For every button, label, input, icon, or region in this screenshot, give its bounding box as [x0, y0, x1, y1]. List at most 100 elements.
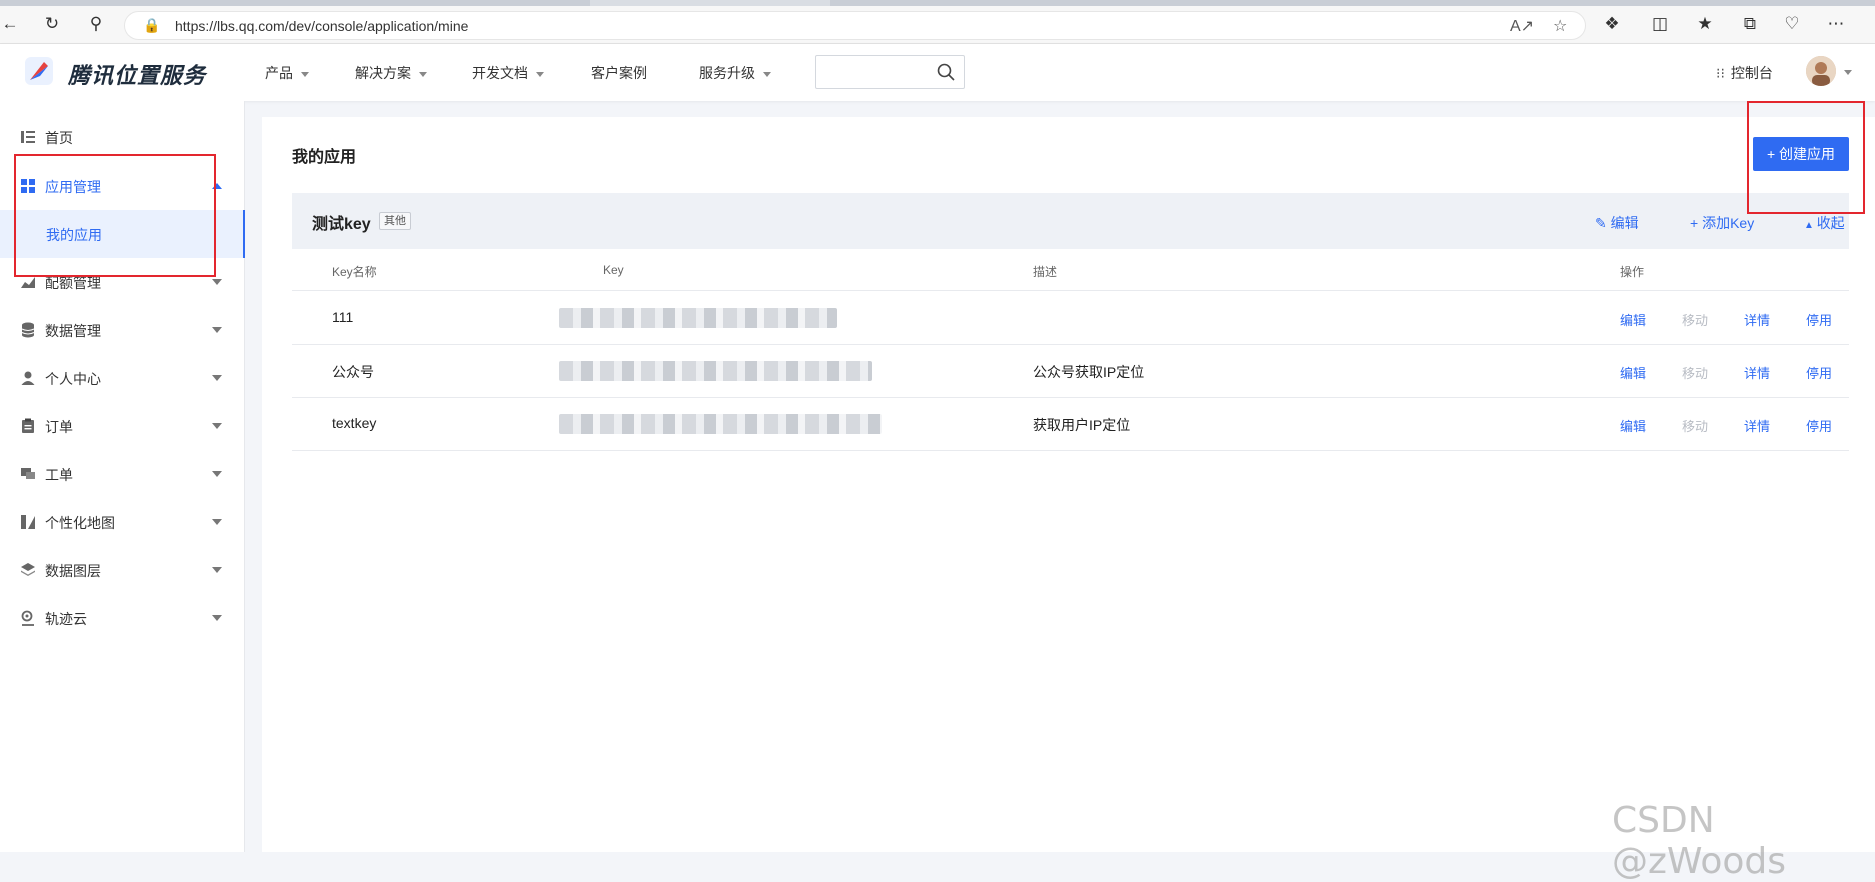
table-row: 公众号 公众号获取IP定位 编辑 移动 详情 停用 [292, 345, 1849, 398]
key-name: 公众号 [332, 364, 374, 380]
key-value-redacted [559, 414, 882, 434]
search-icon[interactable] [936, 62, 956, 82]
more-icon[interactable]: ⋯ [1826, 14, 1846, 34]
chevron-down-icon [301, 71, 309, 77]
browser-toolbar: ← ↻ ⚲ 🔒 https://lbs.qq.com/dev/console/a… [0, 0, 1875, 44]
key-description: 公众号获取IP定位 [1033, 364, 1145, 380]
chevron-down-icon [212, 519, 222, 525]
edit-key-button[interactable]: 编辑 [1620, 363, 1646, 382]
brand-name[interactable]: 腾讯位置服务 [68, 58, 206, 90]
chat-icon [21, 468, 35, 479]
sidebar-item-custom-map[interactable]: 个性化地图 [0, 498, 245, 546]
key-group-tag: 其他 [379, 212, 411, 230]
key-description: 获取用户IP定位 [1033, 417, 1131, 433]
refresh-icon[interactable]: ↻ [42, 14, 62, 34]
health-icon[interactable]: ♡ [1782, 14, 1802, 34]
address-bar[interactable]: 🔒 https://lbs.qq.com/dev/console/applica… [124, 11, 1586, 40]
move-key-button: 移动 [1682, 419, 1709, 434]
sidebar-item-tickets[interactable]: 工单 [0, 450, 245, 498]
top-navigation: 腾讯位置服务 产品 解决方案 开发文档 客户案例 服务升级 ⁝⁝ 控制台 [0, 44, 1875, 101]
disable-key-button[interactable]: 停用 [1806, 310, 1832, 329]
key-detail-button[interactable]: 详情 [1744, 363, 1770, 382]
nav-products[interactable]: 产品 [265, 63, 309, 83]
extensions-icon[interactable]: ❖ [1602, 14, 1622, 34]
table-header: Key名称 Key 描述 操作 [292, 249, 1849, 291]
edit-key-button[interactable]: 编辑 [1620, 416, 1646, 435]
chevron-down-icon [536, 71, 544, 77]
chevron-down-icon [763, 71, 771, 77]
key-detail-button[interactable]: 详情 [1744, 310, 1770, 329]
table-row: 111 编辑 移动 详情 停用 [292, 292, 1849, 345]
layers-icon [21, 563, 35, 576]
chevron-down-icon[interactable] [1844, 70, 1852, 75]
chevron-down-icon [212, 423, 222, 429]
avatar[interactable] [1806, 56, 1836, 86]
favorite-star-icon[interactable]: ☆ [1553, 16, 1567, 36]
watermark: CSDN @zWoods [1612, 800, 1787, 882]
map-style-icon [21, 515, 35, 529]
database-icon [21, 322, 35, 338]
sidebar-item-data[interactable]: 数据管理 [0, 306, 245, 354]
sliders-icon: ⁝⁝ [1716, 65, 1725, 81]
pencil-icon: ✎ [1595, 215, 1611, 231]
chevron-down-icon [419, 71, 427, 77]
column-header: 操作 [1620, 265, 1645, 279]
back-icon[interactable]: ← [0, 14, 20, 34]
disable-key-button[interactable]: 停用 [1806, 416, 1832, 435]
caret-up-icon: ▲ [1804, 220, 1817, 231]
sidebar-item-profile[interactable]: 个人中心 [0, 354, 245, 402]
sidebar-item-orders[interactable]: 订单 [0, 402, 245, 450]
table-row: textkey 获取用户IP定位 编辑 移动 详情 停用 [292, 398, 1849, 451]
sidebar-item-track-cloud[interactable]: 轨迹云 [0, 594, 245, 642]
page-title: 我的应用 [292, 149, 357, 166]
lock-icon: 🔒 [143, 17, 161, 33]
key-detail-button[interactable]: 详情 [1744, 416, 1770, 435]
favorites-icon[interactable]: ★ [1695, 14, 1715, 34]
nav-docs[interactable]: 开发文档 [472, 63, 544, 83]
column-header: 描述 [1033, 265, 1058, 279]
nav-solutions[interactable]: 解决方案 [355, 63, 427, 83]
track-icon [21, 610, 34, 626]
key-name: 111 [332, 309, 354, 325]
highlight-box-create [1747, 101, 1865, 214]
edit-group-button[interactable]: ✎ 编辑 [1595, 213, 1639, 233]
move-key-button: 移动 [1682, 366, 1709, 381]
chevron-down-icon [212, 375, 222, 381]
clipboard-icon [22, 418, 34, 433]
nav-upgrade[interactable]: 服务升级 [699, 63, 771, 83]
edit-key-button[interactable]: 编辑 [1620, 310, 1646, 329]
user-icon [21, 371, 35, 385]
highlight-box-sidebar [14, 154, 216, 277]
split-screen-icon[interactable]: ◫ [1650, 14, 1670, 34]
key-group-header: 测试key 其他 ✎ 编辑 + 添加Key ▲ 收起 [292, 193, 1849, 249]
chevron-down-icon [212, 615, 222, 621]
plus-icon: + [1690, 215, 1703, 231]
disable-key-button[interactable]: 停用 [1806, 363, 1832, 382]
tab-strip [0, 0, 1875, 6]
column-header: Key [603, 263, 624, 277]
search-icon[interactable]: ⚲ [86, 14, 106, 34]
key-name: textkey [332, 415, 377, 431]
search-input[interactable] [815, 55, 965, 89]
console-link[interactable]: ⁝⁝ 控制台 [1716, 63, 1773, 83]
column-header: Key名称 [332, 265, 377, 279]
chevron-down-icon [212, 327, 222, 333]
collapse-button[interactable]: ▲ 收起 [1804, 213, 1845, 233]
move-key-button: 移动 [1682, 313, 1709, 328]
nav-cases[interactable]: 客户案例 [591, 63, 647, 83]
tencent-map-logo-icon [25, 57, 53, 85]
chevron-down-icon [212, 471, 222, 477]
avatar-image-icon [1806, 56, 1836, 86]
read-aloud-icon[interactable]: A↗ [1510, 16, 1534, 36]
main-panel: 我的应用 + 创建应用 测试key 其他 ✎ 编辑 + 添加Key ▲ 收起 K… [262, 117, 1875, 852]
key-value-redacted [559, 361, 872, 381]
chevron-down-icon [212, 279, 222, 285]
add-key-button[interactable]: + 添加Key [1690, 213, 1754, 233]
list-icon [21, 131, 35, 143]
key-group-name: 测试key [312, 216, 371, 233]
url-text: https://lbs.qq.com/dev/console/applicati… [175, 18, 469, 34]
key-value-redacted [559, 308, 837, 328]
collections-icon[interactable]: ⧉ [1740, 14, 1760, 34]
chevron-down-icon [212, 567, 222, 573]
sidebar-item-data-layers[interactable]: 数据图层 [0, 546, 245, 594]
